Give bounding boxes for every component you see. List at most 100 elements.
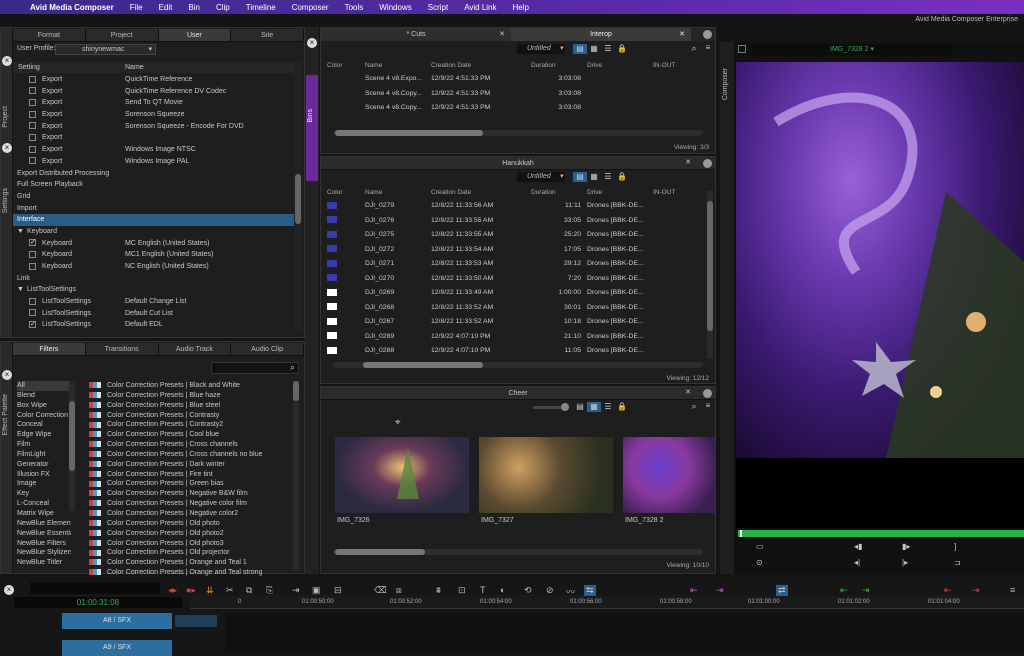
effect-item[interactable]: Color Correction Presets | Old photo: [89, 519, 289, 529]
menu-tools[interactable]: Tools: [337, 3, 372, 12]
project-side-label[interactable]: Project: [2, 106, 9, 128]
step-back-icon[interactable]: ◂|: [854, 558, 860, 567]
effect-category[interactable]: Matrix Wipe: [17, 509, 71, 519]
settings-row[interactable]: Keyboard MC1 English (United States): [13, 249, 294, 261]
settings-row[interactable]: Export: [13, 132, 294, 144]
effect-item[interactable]: Color Correction Presets | Cool blue: [89, 430, 289, 440]
smart-tool-icon[interactable]: ⇆: [584, 585, 596, 596]
effect-category[interactable]: FilmLight: [17, 450, 71, 460]
category-scrollbar[interactable]: [69, 381, 75, 511]
effect-item[interactable]: Color Correction Presets | Old photo3: [89, 539, 289, 549]
menu-composer[interactable]: Composer: [284, 3, 337, 12]
effect-palette-side-label[interactable]: Effect Palette: [2, 394, 9, 436]
effect-category[interactable]: Box Wipe: [17, 401, 71, 411]
effect-item[interactable]: Color Correction Presets | Black and Whi…: [89, 381, 289, 391]
hanukkah-v-scrollbar[interactable]: [707, 191, 713, 359]
checkbox[interactable]: [29, 87, 36, 95]
bin-row[interactable]: Scene 4 v8.Copy... 12/9/22 4:51:33 PM 3:03…: [327, 87, 707, 102]
bin-menu-icon[interactable]: [703, 159, 712, 168]
bins-side-tab[interactable]: [306, 75, 318, 181]
bin-row[interactable]: DJI_0268 12/8/22 11:33:52 AM 30:01 Drones […: [327, 301, 707, 316]
monitor-menu-icon[interactable]: [738, 45, 746, 53]
step-forward-icon[interactable]: |▸: [902, 558, 908, 567]
bin-row[interactable]: DJI_0279 12/8/22 11:33:56 AM 11:11 Drones […: [327, 199, 707, 214]
effect-category[interactable]: Illusion FX: [17, 470, 71, 480]
checkbox[interactable]: [29, 297, 36, 305]
settings-row[interactable]: Grid: [13, 191, 294, 203]
tab-user[interactable]: User: [158, 29, 232, 41]
close-icon[interactable]: ✕: [685, 158, 691, 166]
effect-category[interactable]: Generator: [17, 460, 71, 470]
menu-avid-link[interactable]: Avid Link: [456, 3, 504, 12]
checkbox[interactable]: [29, 75, 36, 83]
cheer-h-scrollbar[interactable]: [333, 549, 703, 555]
go-to-in-icon[interactable]: ⇤: [840, 585, 848, 596]
settings-row[interactable]: ListToolSettings Default Change List: [13, 296, 294, 308]
close-icon[interactable]: ✕: [499, 28, 505, 41]
settings-row[interactable]: Interface: [13, 214, 294, 226]
mark-in-icon[interactable]: ◂▮: [854, 542, 862, 551]
script-view-icon[interactable]: ☰: [601, 402, 615, 412]
splice-icon[interactable]: ⇥: [292, 585, 300, 596]
effect-category[interactable]: Film: [17, 440, 71, 450]
close-icon[interactable]: ✕: [679, 28, 685, 41]
effect-item[interactable]: Color Correction Presets | Old projector: [89, 548, 289, 558]
menu-file[interactable]: File: [122, 3, 151, 12]
tab-audio-track[interactable]: Audio Track: [159, 343, 232, 355]
settings-row[interactable]: Link: [13, 273, 294, 285]
menu-script[interactable]: Script: [420, 3, 456, 12]
effect-item[interactable]: Color Correction Presets | Contrasty: [89, 411, 289, 421]
clear-in-icon[interactable]: ⇤: [944, 585, 952, 596]
waveform-icon[interactable]: 〰: [566, 585, 575, 598]
source-toggle-icon[interactable]: ▭: [756, 542, 764, 551]
effect-item[interactable]: Color Correction Presets | Dark winter: [89, 460, 289, 470]
hamburger-icon[interactable]: ≡: [701, 43, 715, 53]
bin-row[interactable]: DJI_0276 12/8/22 11:33:55 AM 33:05 Drones […: [327, 214, 707, 229]
loop-icon[interactable]: ⟲: [524, 585, 532, 596]
bin-row[interactable]: DJI_0289 12/9/22 4:07:10 PM 21:10 Drones [B…: [327, 330, 707, 345]
clear-marks-icon[interactable]: ]: [954, 542, 956, 551]
lift-icon[interactable]: ⇊: [206, 585, 214, 596]
trim-icon[interactable]: ⊟: [334, 585, 342, 596]
settings-row[interactable]: ListToolSettings Default Cut List: [13, 308, 294, 320]
bin-row[interactable]: DJI_0275 12/8/22 11:33:55 AM 25:20 Drones […: [327, 228, 707, 243]
bins-side-label[interactable]: Bins: [307, 109, 314, 123]
effect-category[interactable]: Color Correction: [17, 411, 71, 421]
effect-category[interactable]: NewBlue Essentials: [17, 529, 71, 539]
tab-filters[interactable]: Filters: [13, 343, 86, 355]
bin-row[interactable]: DJI_0267 12/8/22 11:33:52 AM 10:18 Drones […: [327, 315, 707, 330]
effect-category[interactable]: NewBlue Stylizers: [17, 548, 71, 558]
settings-row[interactable]: Export Send To QT Movie: [13, 97, 294, 109]
col-drive[interactable]: Drive: [587, 60, 653, 71]
settings-row[interactable]: Export Distributed Processing: [13, 168, 294, 180]
bin-view-select[interactable]: Untitled ▾: [517, 172, 565, 182]
menu-windows[interactable]: Windows: [371, 3, 419, 12]
lock-icon[interactable]: 🔒: [615, 44, 629, 54]
search-icon[interactable]: ⌕: [687, 43, 701, 53]
tab-transitions[interactable]: Transitions: [86, 343, 159, 355]
frame-view-icon[interactable]: ▦: [587, 402, 601, 412]
effect-category[interactable]: L-Conceal: [17, 499, 71, 509]
settings-row[interactable]: Export Sorenson Squeeze - Encode For DVD: [13, 121, 294, 133]
segment-mode-icon[interactable]: ⇄: [776, 585, 788, 596]
checkbox[interactable]: [29, 319, 36, 331]
col-name[interactable]: Name: [365, 187, 431, 198]
effect-category[interactable]: Blend: [17, 391, 71, 401]
col-color[interactable]: Color: [327, 187, 365, 198]
track-a9[interactable]: A9 / SFX: [62, 640, 172, 656]
mark-clip-icon[interactable]: ⊐: [954, 558, 961, 567]
tab-cuts[interactable]: * Cuts ✕: [321, 28, 511, 41]
col-creation-date[interactable]: Creation Date: [431, 187, 531, 198]
bin-row[interactable]: DJI_0269 12/8/22 11:33:49 AM 1:00:00 Drones…: [327, 286, 707, 301]
timeline-menu-icon[interactable]: ≡: [1010, 585, 1015, 595]
bin-row[interactable]: DJI_0271 12/8/22 11:33:53 AM 29:12 Drones […: [327, 257, 707, 272]
effect-search-field[interactable]: ⌕: [211, 362, 299, 374]
lock-icon[interactable]: 🔒: [615, 172, 629, 182]
title-icon[interactable]: T: [480, 585, 486, 595]
bin-row[interactable]: Scene 4 v8.Expo... 12/9/22 4:51:33 PM 3:03…: [327, 72, 707, 87]
settings-row[interactable]: Export Windows Image NTSC: [13, 144, 294, 156]
clip-thumbnail[interactable]: [479, 437, 613, 513]
position-bar[interactable]: [738, 530, 1024, 537]
col-drive[interactable]: Drive: [587, 187, 653, 198]
effect-item[interactable]: Color Correction Presets | Fire tint: [89, 470, 289, 480]
